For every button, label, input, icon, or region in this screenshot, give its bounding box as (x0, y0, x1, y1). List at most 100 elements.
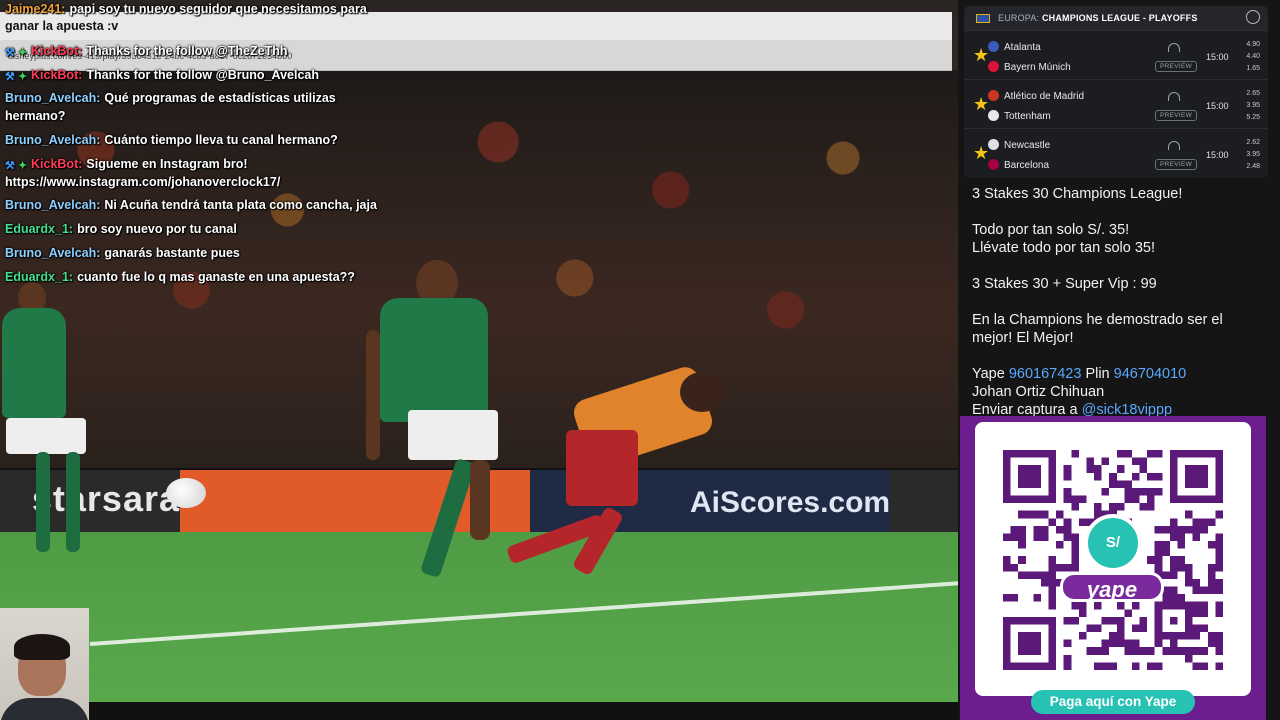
home-team: Atalanta (1004, 42, 1041, 53)
chat-message: Bruno_Avelcah: Ni Acuña tendrá tanta plat… (5, 196, 377, 214)
chat-username: Bruno_Avelcah: (5, 133, 101, 147)
matches-widget: EUROPA: CHAMPIONS LEAGUE - PLAYOFFS ★ At… (964, 6, 1268, 178)
chat-username: Bruno_Avelcah: (5, 246, 101, 260)
home-team: Newcastle (1004, 140, 1051, 151)
odd-away: 5.25 (1246, 114, 1260, 121)
chat-username: KickBot: (31, 44, 83, 58)
odd-home: 2.62 (1246, 139, 1260, 146)
yape-label: Yape (972, 366, 1005, 382)
matches-header: EUROPA: CHAMPIONS LEAGUE - PLAYOFFS (964, 6, 1268, 30)
match-odds: 2.65 3.95 5.25 (1240, 88, 1260, 124)
pay-with-yape-button[interactable]: Paga aquí con Yape (1031, 690, 1195, 714)
moderator-wrench-icon: ⚒ (5, 160, 15, 172)
chat-text: cuanto fue lo q mas ganaste en una apues… (77, 270, 355, 284)
chat-message: ganar la apuesta :v (5, 17, 118, 35)
promo-headline: 3 Stakes 30 Champions League! (972, 186, 1183, 202)
promo-claim: En la Champions he demostrado ser el mej… (972, 312, 1223, 346)
promo-price: Todo por tan solo S/. 35! (972, 222, 1130, 238)
headphones-icon[interactable] (1168, 92, 1180, 101)
yape-number: 960167423 (1008, 366, 1082, 382)
chat-message: ⚒ ✦ KickBot: Sigueme en Instagram bro! (5, 155, 248, 173)
favorite-star-icon[interactable]: ★ (973, 94, 989, 115)
team-crest-icon (988, 110, 999, 121)
chat-text: ganar la apuesta :v (5, 19, 119, 33)
payment-numbers: Yape 960167423 Plin 946704010 (972, 365, 1262, 383)
match-time: 15:00 (1206, 150, 1229, 160)
odd-away: 1.65 (1246, 65, 1260, 72)
chat-message: ⚒ ✦ KickBot: Thanks for the follow @TheZeTh… (5, 42, 287, 60)
chat-username: Bruno_Avelcah: (5, 91, 101, 105)
yape-soles-badge: S/ (1084, 514, 1142, 572)
verified-gem-icon: ✦ (18, 47, 28, 59)
competition-name: CHAMPIONS LEAGUE - PLAYOFFS (1041, 13, 1198, 23)
chat-text: Thanks for the follow @Bruno_Avelcah (86, 68, 319, 82)
chat-username: KickBot: (31, 68, 83, 82)
favorite-star-icon[interactable]: ★ (973, 143, 989, 164)
match-row[interactable]: ★ Newcastle Barcelona PREVIEW 15:00 2.62… (964, 128, 1268, 177)
chat-message: hermano? (5, 107, 65, 125)
chat-text: Qué programas de estadísticas utilizas (104, 91, 336, 105)
promo-vip: 3 Stakes 30 + Super Vip : 99 (972, 276, 1157, 292)
team-crest-icon (988, 90, 999, 101)
streamer-hair (14, 634, 70, 660)
yape-badge-text: S/ (1105, 534, 1121, 551)
chat-text: Sigueme en Instagram bro! (86, 157, 248, 171)
preview-button[interactable]: PREVIEW (1155, 159, 1198, 170)
verified-gem-icon: ✦ (18, 71, 28, 83)
chat-message: Eduardx_1: bro soy nuevo por tu canal (5, 220, 237, 238)
headphones-icon[interactable] (1168, 141, 1180, 150)
chat-message: Bruno_Avelcah: Qué programas de estadísti… (5, 89, 336, 107)
ad-board-right-text: AiScores.com (690, 486, 891, 519)
match-time: 15:00 (1206, 52, 1229, 62)
headphones-icon[interactable] (1168, 43, 1180, 52)
team-crest-icon (988, 139, 999, 150)
preview-button[interactable]: PREVIEW (1155, 61, 1198, 72)
odd-home: 4.90 (1246, 41, 1260, 48)
chat-message: ⚒ ✦ KickBot: Thanks for the follow @Bruno_A… (5, 66, 319, 84)
plin-number: 946704010 (1113, 366, 1187, 382)
odd-away: 2.48 (1246, 163, 1260, 170)
chat-text: Ni Acuña tendrá tanta plata como cancha,… (104, 198, 377, 212)
match-odds: 4.90 4.40 1.65 (1240, 39, 1260, 75)
chat-username: Eduardx_1: (5, 222, 74, 236)
match-time: 15:00 (1206, 101, 1229, 111)
chat-message: Bruno_Avelcah: ganarás bastante pues (5, 244, 240, 262)
competition-title: EUROPA: CHAMPIONS LEAGUE - PLAYOFFS (998, 13, 1198, 23)
chat-message: Bruno_Avelcah: Cuánto tiempo lleva tu can… (5, 131, 338, 149)
match-odds: 2.62 3.95 2.48 (1240, 137, 1260, 173)
chat-link: https://www.instagram.com/johanoverclock… (5, 175, 281, 189)
competition-region: EUROPA: (998, 13, 1040, 23)
odd-home: 2.65 (1246, 90, 1260, 97)
chat-text: Cuánto tiempo lleva tu canal hermano? (104, 133, 338, 147)
football-icon (1246, 10, 1260, 24)
verified-gem-icon: ✦ (18, 160, 28, 172)
video-bottom-strip (0, 702, 958, 720)
streamer-webcam (0, 608, 89, 720)
odd-draw: 3.95 (1246, 151, 1260, 158)
favorite-star-icon[interactable]: ★ (973, 45, 989, 66)
chat-text: ganarás bastante pues (104, 246, 240, 260)
payee-name: Johan Ortiz Chihuan (972, 384, 1105, 400)
chat-username: Jaime241: (5, 2, 66, 16)
team-crest-icon (988, 61, 999, 72)
chat-message: Jaime241: papi soy tu nuevo seguidor que … (5, 0, 367, 18)
chat-text: Thanks for the follow @TheZeThh (86, 44, 288, 58)
plin-label: Plin (1085, 366, 1110, 382)
promo-text: 3 Stakes 30 Champions League! Todo por t… (972, 185, 1262, 419)
preview-button[interactable]: PREVIEW (1155, 110, 1198, 121)
odd-draw: 3.95 (1246, 102, 1260, 109)
chat-message: https://www.instagram.com/johanoverclock… (5, 173, 280, 191)
match-row[interactable]: ★ Atalanta Bayern Múnich PREVIEW 15:00 4… (964, 30, 1268, 79)
team-crest-icon (988, 159, 999, 170)
away-team: Bayern Múnich (1004, 62, 1071, 73)
streamer-body (0, 698, 89, 720)
moderator-wrench-icon: ⚒ (5, 71, 15, 83)
away-team: Tottenham (1004, 111, 1051, 122)
away-team: Barcelona (1004, 160, 1050, 171)
europe-flag-icon (976, 14, 990, 23)
match-row[interactable]: ★ Atlético de Madrid Tottenham PREVIEW 1… (964, 79, 1268, 128)
team-crest-icon (988, 41, 999, 52)
chat-username: KickBot: (31, 157, 83, 171)
promo-offer: Llévate todo por tan solo 35! (972, 240, 1155, 256)
chat-text: hermano? (5, 109, 66, 123)
